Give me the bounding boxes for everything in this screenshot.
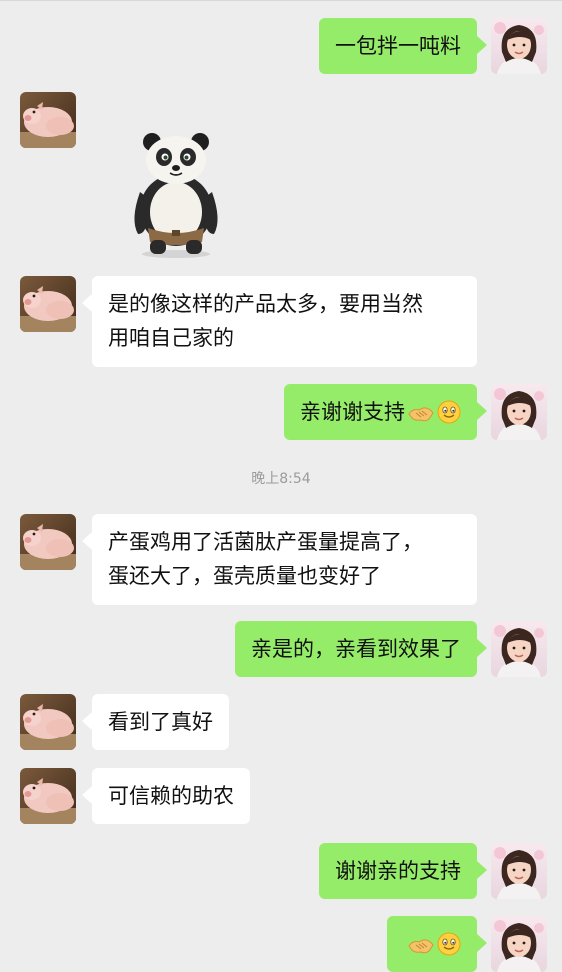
message-bubble-incoming[interactable]: 可信赖的助农 — [82, 768, 250, 824]
message-text: 亲谢谢支持 — [300, 400, 405, 424]
self-avatar[interactable] — [491, 843, 547, 899]
message-text-line: 产蛋鸡用了活菌肽产蛋量提高了， — [108, 530, 423, 554]
message-text: 亲是的，亲看到效果了 — [251, 637, 461, 661]
message-bubble-incoming[interactable]: 看到了真好 — [82, 694, 229, 750]
contact-avatar[interactable] — [20, 276, 76, 332]
message-bubble-outgoing[interactable] — [387, 916, 487, 972]
panda-sticker[interactable] — [126, 130, 226, 260]
message-bubble-outgoing[interactable]: 一包拌一吨料 — [319, 18, 487, 74]
smile-emoji-icon — [437, 932, 461, 956]
contact-avatar[interactable] — [20, 768, 76, 824]
contact-avatar[interactable] — [20, 694, 76, 750]
message-bubble-incoming[interactable]: 产蛋鸡用了活菌肽产蛋量提高了， 蛋还大了，蛋壳质量也变好了 — [82, 514, 477, 605]
message-text: 谢谢亲的支持 — [335, 859, 461, 883]
message-text: 看到了真好 — [108, 710, 213, 734]
timestamp: 晚上8:54 — [251, 471, 311, 487]
message-bubble-incoming[interactable]: 是的像这样的产品太多，要用当然 用咱自己家的 — [82, 276, 477, 367]
self-avatar[interactable] — [491, 384, 547, 440]
smile-emoji-icon — [437, 400, 461, 424]
message-text: 可信赖的助农 — [108, 784, 234, 808]
handshake-emoji-icon — [407, 402, 435, 424]
message-bubble-outgoing[interactable]: 亲谢谢支持 — [284, 384, 487, 440]
message-bubble-outgoing[interactable]: 谢谢亲的支持 — [319, 843, 487, 899]
message-text: 一包拌一吨料 — [335, 34, 461, 58]
handshake-emoji-icon — [407, 934, 435, 956]
self-avatar[interactable] — [491, 621, 547, 677]
self-avatar[interactable] — [491, 916, 547, 972]
message-text-line: 蛋还大了，蛋壳质量也变好了 — [108, 564, 381, 588]
message-text-line: 用咱自己家的 — [108, 326, 234, 350]
message-text-line: 是的像这样的产品太多，要用当然 — [108, 292, 423, 316]
self-avatar[interactable] — [491, 18, 547, 74]
contact-avatar[interactable] — [20, 514, 76, 570]
top-divider — [0, 0, 562, 1]
message-bubble-outgoing[interactable]: 亲是的，亲看到效果了 — [235, 621, 487, 677]
contact-avatar[interactable] — [20, 92, 76, 148]
